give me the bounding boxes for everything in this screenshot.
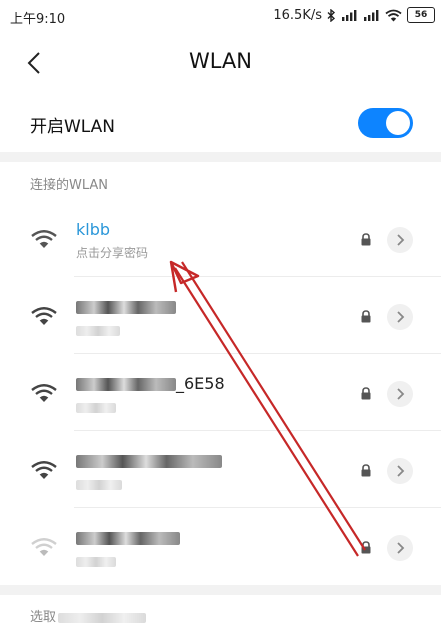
status-icons: 16.5K/s 56 bbox=[273, 7, 435, 23]
wifi-icon bbox=[385, 9, 402, 21]
lock-icon bbox=[361, 310, 371, 323]
saved-network-row[interactable] bbox=[0, 277, 441, 354]
status-bar: 上午9:10 16.5K/s 56 bbox=[0, 0, 441, 34]
network-details-button[interactable] bbox=[387, 227, 413, 253]
network-name: klbb bbox=[76, 220, 111, 239]
chevron-right-icon bbox=[397, 388, 405, 400]
saved-network-row[interactable] bbox=[0, 431, 441, 508]
chevron-right-icon bbox=[397, 234, 405, 246]
obscured-text bbox=[76, 479, 122, 490]
bluetooth-icon bbox=[327, 8, 336, 22]
obscured-text bbox=[76, 301, 176, 314]
obscured-text bbox=[76, 378, 176, 391]
saved-network-row[interactable] bbox=[0, 508, 441, 585]
obscured-text bbox=[76, 532, 180, 545]
section-separator bbox=[0, 152, 441, 162]
status-time: 上午9:10 bbox=[10, 12, 66, 27]
wifi-signal-icon bbox=[31, 307, 57, 325]
network-status bbox=[76, 323, 120, 337]
page-title: WLAN bbox=[188, 49, 253, 73]
network-name bbox=[76, 451, 222, 470]
battery-icon: 56 bbox=[407, 7, 435, 23]
network-status bbox=[76, 400, 116, 414]
wifi-signal-icon bbox=[31, 461, 57, 479]
obscured-text bbox=[76, 556, 116, 567]
title-bar: WLAN bbox=[0, 34, 441, 92]
network-name bbox=[76, 297, 176, 316]
network-details-button[interactable] bbox=[387, 304, 413, 330]
lock-icon bbox=[361, 387, 371, 400]
lock-icon bbox=[361, 464, 371, 477]
network-status bbox=[76, 477, 122, 491]
network-details-button[interactable] bbox=[387, 381, 413, 407]
obscured-text bbox=[76, 402, 116, 413]
section-header-visible: 选取 bbox=[30, 610, 57, 625]
obscured-text bbox=[76, 325, 120, 336]
network-status bbox=[76, 554, 116, 568]
wifi-signal-icon bbox=[31, 230, 57, 248]
section-separator bbox=[0, 585, 441, 595]
obscured-text bbox=[58, 612, 147, 623]
share-password-label[interactable]: 点击分享密码 bbox=[76, 244, 148, 261]
wifi-weak-signal-icon bbox=[31, 538, 57, 556]
chevron-right-icon bbox=[397, 542, 405, 554]
network-name: _6E58 bbox=[76, 374, 225, 393]
chevron-right-icon bbox=[397, 311, 405, 323]
obscured-text bbox=[76, 455, 222, 468]
available-section-header: 选取 bbox=[30, 606, 147, 625]
network-speed: 16.5K/s bbox=[273, 7, 322, 23]
lock-icon bbox=[361, 233, 371, 246]
lock-icon bbox=[361, 541, 371, 554]
network-details-button[interactable] bbox=[387, 535, 413, 561]
toggle-knob bbox=[386, 111, 410, 135]
network-name-visible: _6E58 bbox=[176, 374, 225, 393]
saved-network-row[interactable]: _6E58 bbox=[0, 354, 441, 431]
connected-section-header: 连接的WLAN bbox=[30, 178, 109, 193]
signal-icon bbox=[342, 10, 357, 21]
network-details-button[interactable] bbox=[387, 458, 413, 484]
chevron-right-icon bbox=[397, 465, 405, 477]
wlan-toggle-label: 开启WLAN bbox=[30, 117, 116, 137]
connected-network-row[interactable]: klbb 点击分享密码 bbox=[0, 200, 441, 277]
signal-icon bbox=[364, 10, 379, 21]
wlan-toggle-switch[interactable] bbox=[358, 108, 413, 138]
wifi-signal-icon bbox=[31, 384, 57, 402]
wlan-toggle-row[interactable]: 开启WLAN bbox=[0, 96, 441, 152]
network-name bbox=[76, 528, 180, 547]
